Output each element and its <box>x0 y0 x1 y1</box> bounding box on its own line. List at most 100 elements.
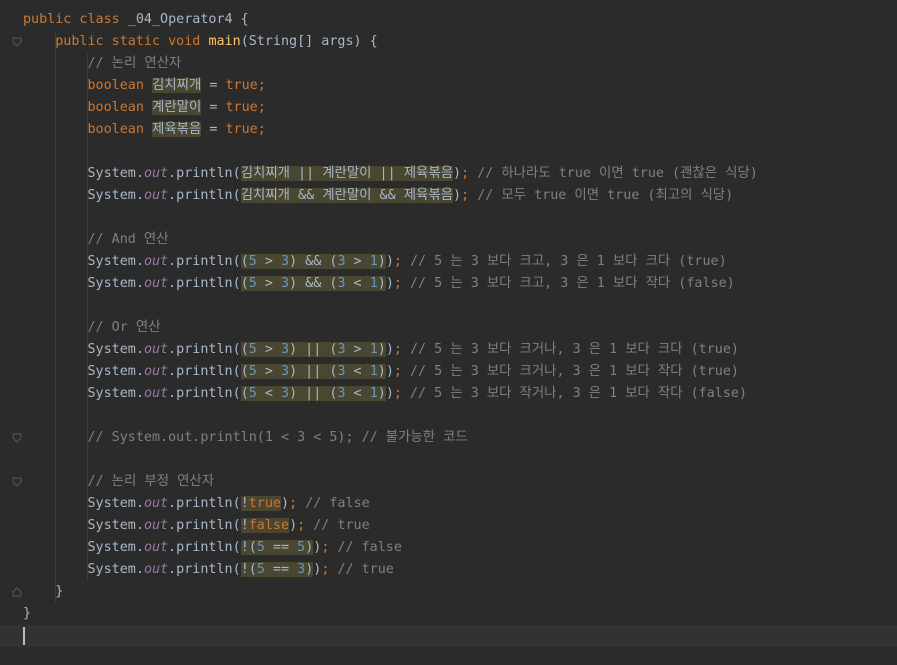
highlighted-token: 3 <box>337 386 346 401</box>
code-line[interactable]: System.out.println((5 > 3) && (3 < 1)); … <box>0 273 897 295</box>
code-line[interactable]: System.out.println((5 < 3) || (3 < 1)); … <box>0 383 897 405</box>
code-text: System.out.println(!(5 == 3)); // true <box>23 559 394 581</box>
code-token: ; <box>393 276 410 291</box>
code-token: // 논리 연산자 <box>87 56 182 71</box>
highlighted-token: 3 <box>337 364 346 379</box>
code-text: System.out.println(!false); // true <box>23 515 370 537</box>
code-token: ; <box>321 540 338 555</box>
code-token: main <box>208 34 241 49</box>
code-line[interactable]: // And 연산 <box>0 229 897 251</box>
code-token: .println( <box>168 386 241 401</box>
code-line[interactable]: System.out.println((5 > 3) || (3 > 1)); … <box>0 339 897 361</box>
code-token: true <box>225 78 258 93</box>
code-line[interactable]: System.out.println(!false); // true <box>0 515 897 537</box>
code-token: ; <box>461 166 478 181</box>
code-token: out <box>143 386 169 401</box>
code-token: true <box>225 100 258 115</box>
highlighted-token: 3 <box>297 562 306 577</box>
fold-open-icon[interactable] <box>12 37 22 47</box>
code-text: } <box>23 581 63 603</box>
highlighted-token: 5 <box>248 386 257 401</box>
code-token: // System.out.println(1 < 3 < 5); // 불가능… <box>87 430 468 445</box>
code-token: ; <box>321 562 338 577</box>
code-token: ) <box>281 496 290 511</box>
code-line[interactable]: boolean 계란말이 = true; <box>0 97 897 119</box>
code-token: ) <box>385 364 394 379</box>
highlighted-token: 3 <box>337 342 346 357</box>
code-line[interactable] <box>0 141 897 163</box>
highlighted-token: 1 <box>369 386 378 401</box>
code-token: out <box>143 364 169 379</box>
highlighted-token: ) || ( <box>289 364 338 379</box>
fold-open-icon[interactable] <box>12 477 22 487</box>
code-line[interactable] <box>0 207 897 229</box>
code-token: out <box>143 188 169 203</box>
highlighted-token: 3 <box>281 342 290 357</box>
code-token: // And 연산 <box>87 232 169 247</box>
code-editor[interactable]: public class _04_Operator4 { public stat… <box>0 0 897 665</box>
code-line[interactable]: public class _04_Operator4 { <box>0 9 897 31</box>
code-line[interactable]: System.out.println(!(5 == 5)); // false <box>0 537 897 559</box>
code-line[interactable]: } <box>0 581 897 603</box>
code-line[interactable]: System.out.println((5 > 3) || (3 < 1)); … <box>0 361 897 383</box>
highlighted-token: > <box>256 276 281 291</box>
code-line[interactable]: // Or 연산 <box>0 317 897 339</box>
code-line[interactable]: System.out.println(!true); // false <box>0 493 897 515</box>
code-token: System. <box>87 496 144 511</box>
fold-open-icon[interactable] <box>12 433 22 443</box>
code-line[interactable]: boolean 김치찌개 = true; <box>0 75 897 97</box>
code-line[interactable]: // 논리 부정 연산자 <box>0 471 897 493</box>
code-line[interactable]: // System.out.println(1 < 3 < 5); // 불가능… <box>0 427 897 449</box>
code-line[interactable]: System.out.println(김치찌개 && 계란말이 && 제육볶음)… <box>0 185 897 207</box>
code-token: System. <box>87 562 144 577</box>
highlighted-token: ) && ( <box>289 254 338 269</box>
highlighted-token: 3 <box>281 276 290 291</box>
code-token: .println( <box>168 342 241 357</box>
code-text: System.out.println(!(5 == 5)); // false <box>23 537 402 559</box>
code-text: boolean 계란말이 = true; <box>23 97 266 119</box>
text-cursor <box>23 627 25 645</box>
code-token: ; <box>257 100 266 115</box>
highlighted-token: 5 <box>248 276 257 291</box>
code-token: System. <box>87 166 144 181</box>
code-line[interactable]: System.out.println(!(5 == 3)); // true <box>0 559 897 581</box>
code-token: true <box>225 122 258 137</box>
code-line[interactable]: boolean 제육볶음 = true; <box>0 119 897 141</box>
code-line[interactable]: public static void main(String[] args) { <box>0 31 897 53</box>
code-token: ; <box>393 254 410 269</box>
code-line[interactable] <box>0 449 897 471</box>
code-token: ; <box>257 122 266 137</box>
code-line[interactable] <box>0 405 897 427</box>
code-area[interactable]: public class _04_Operator4 { public stat… <box>0 9 897 647</box>
code-token: System. <box>87 518 144 533</box>
code-token: out <box>143 342 169 357</box>
highlighted-token: 5 <box>256 540 265 555</box>
fold-close-icon[interactable] <box>12 587 22 597</box>
code-token: out <box>143 540 169 555</box>
code-token: out <box>143 166 169 181</box>
code-line[interactable]: // 논리 연산자 <box>0 53 897 75</box>
highlighted-token: 김치찌개 && 계란말이 && 제육볶음 <box>240 188 454 203</box>
code-token: (String[] args) { <box>240 34 378 49</box>
code-token: ; <box>393 342 410 357</box>
code-token: ) <box>453 166 462 181</box>
code-line[interactable]: } <box>0 603 897 625</box>
code-token: // 5 는 3 보다 크거나, 3 은 1 보다 작다 (true) <box>410 364 739 379</box>
code-line[interactable] <box>0 625 897 647</box>
highlighted-token: 3 <box>281 386 290 401</box>
highlighted-token: 3 <box>281 364 290 379</box>
code-token: } <box>23 606 32 621</box>
highlighted-token: ) || ( <box>289 342 338 357</box>
highlighted-token: 5 <box>248 254 257 269</box>
code-line[interactable]: System.out.println((5 > 3) && (3 > 1)); … <box>0 251 897 273</box>
code-token: // 5 는 3 보다 크고, 3 은 1 보다 크다 (true) <box>410 254 727 269</box>
highlighted-token: 김치찌개 <box>152 78 202 93</box>
code-line[interactable]: System.out.println(김치찌개 || 계란말이 || 제육볶음)… <box>0 163 897 185</box>
code-token: System. <box>87 540 144 555</box>
highlighted-token: ) || ( <box>289 386 338 401</box>
code-token: ; <box>289 496 306 511</box>
highlighted-token: 김치찌개 || 계란말이 || 제육볶음 <box>240 166 454 181</box>
code-line[interactable] <box>0 295 897 317</box>
highlighted-token: 3 <box>281 254 290 269</box>
